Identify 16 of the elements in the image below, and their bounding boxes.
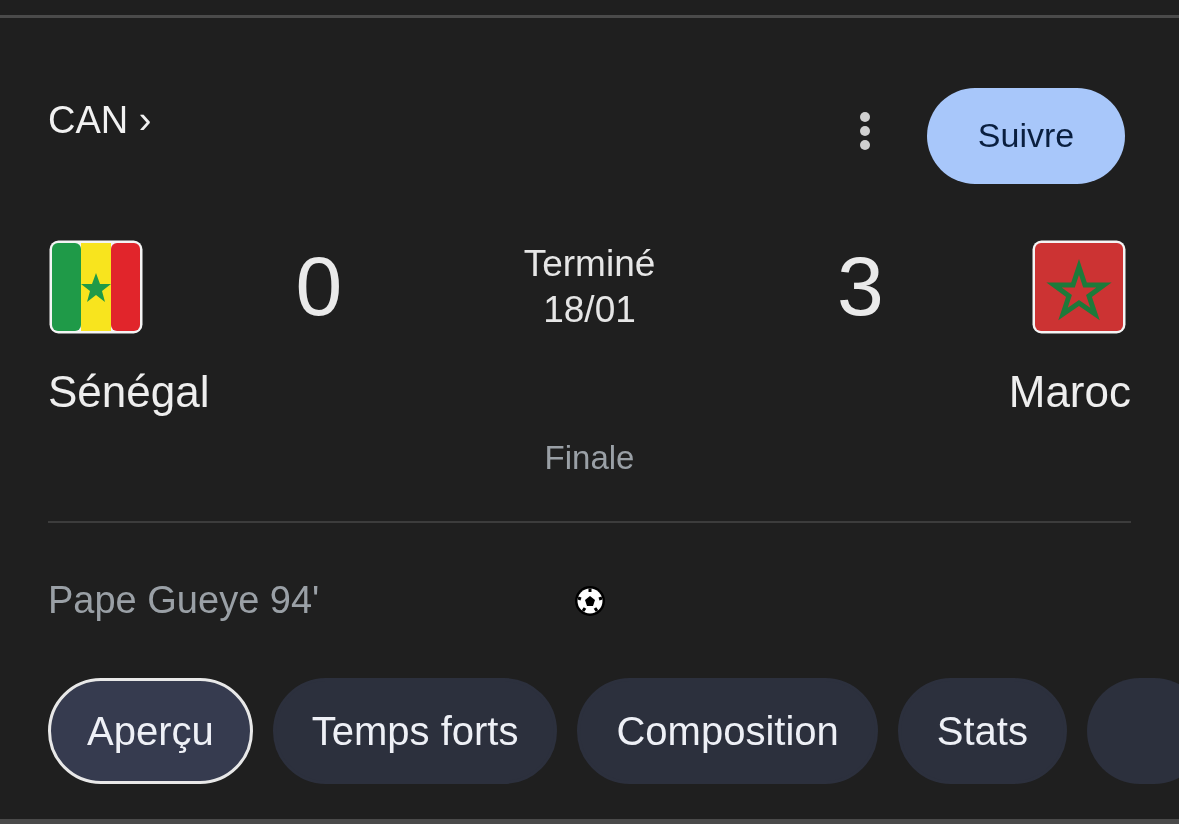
match-round: Finale	[544, 439, 635, 477]
away-team-name: Maroc	[1008, 367, 1131, 417]
tab-chip[interactable]: Composition	[577, 678, 878, 784]
match-status: Terminé	[523, 242, 656, 285]
tab-chip[interactable]: Aperçu	[48, 678, 253, 784]
away-score: 3	[836, 238, 884, 335]
tab-chip[interactable]: Temps forts	[272, 678, 558, 784]
more-icon[interactable]	[859, 110, 871, 151]
soccer-ball-icon	[573, 584, 606, 617]
scorer-text: Pape Gueye 94'	[48, 579, 320, 621]
competition-link[interactable]: CAN ›	[48, 99, 152, 142]
home-score: 0	[295, 238, 343, 335]
match-date: 18/01	[543, 288, 636, 331]
tab-chip[interactable]: Stats	[897, 678, 1067, 784]
follow-button[interactable]: Suivre	[927, 87, 1125, 184]
home-team-name: Sénégal	[48, 367, 210, 417]
